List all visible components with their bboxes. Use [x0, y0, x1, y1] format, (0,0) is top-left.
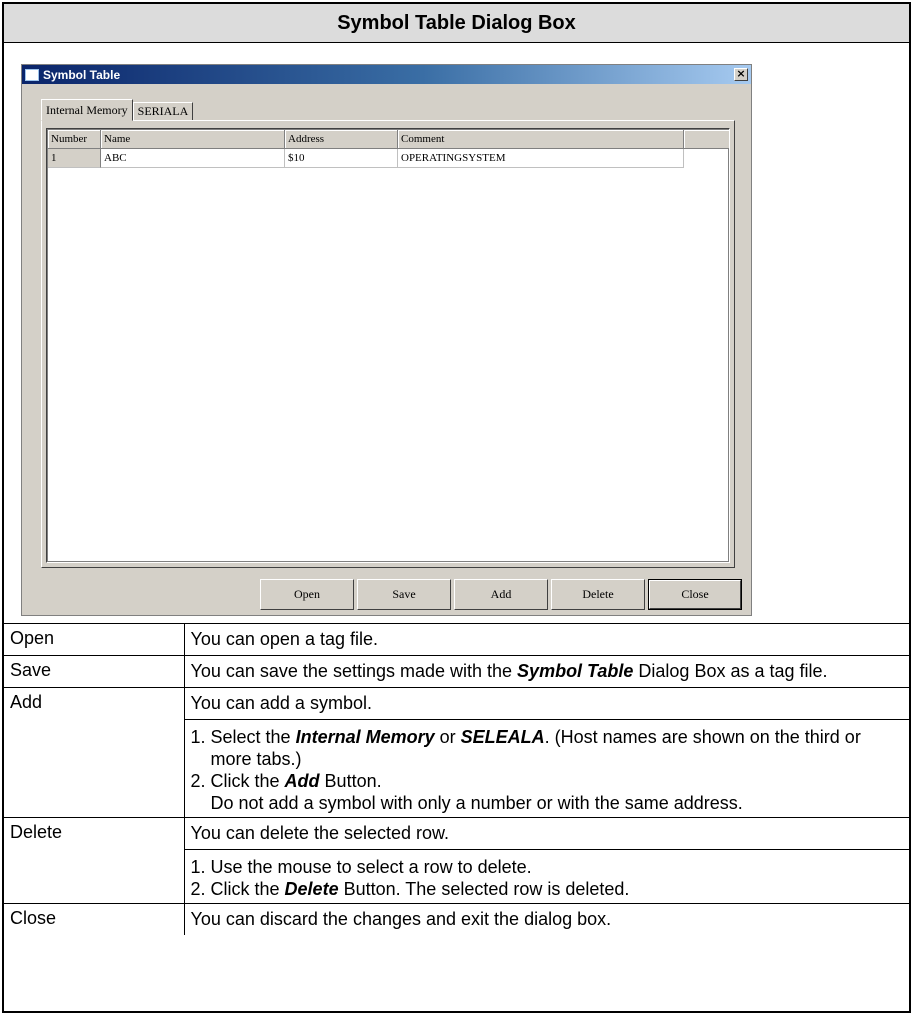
- tab-panel: Number Name Address Comment 1 ABC $10 OP…: [41, 120, 735, 568]
- open-button[interactable]: Open: [260, 579, 354, 610]
- screenshot-area: Symbol Table × Internal Memory SERIALA N…: [4, 43, 909, 624]
- address-cell[interactable]: $10: [285, 149, 398, 168]
- delete-button[interactable]: Delete: [551, 579, 645, 610]
- emphasis-text: SELEALA: [460, 727, 545, 747]
- name-cell[interactable]: ABC: [101, 149, 285, 168]
- symbol-grid[interactable]: Number Name Address Comment 1 ABC $10 OP…: [46, 128, 730, 563]
- add-button[interactable]: Add: [454, 579, 548, 610]
- description-row-add: Add You can add a symbol. 1. Select the …: [4, 687, 909, 818]
- column-header-number[interactable]: Number: [48, 130, 101, 149]
- grid-body: Number Name Address Comment 1 ABC $10 OP…: [47, 129, 729, 562]
- row-description: You can open a tag file.: [184, 624, 909, 656]
- close-button[interactable]: Close: [648, 579, 742, 610]
- save-button[interactable]: Save: [357, 579, 451, 610]
- text-span: Button.: [319, 771, 382, 791]
- description-text: You can save the settings made with the …: [185, 656, 910, 687]
- description-text: You can delete the selected row.: [190, 823, 450, 843]
- close-icon[interactable]: ×: [734, 68, 748, 81]
- text-span: 2. Click the: [190, 879, 285, 899]
- column-header-filler: [684, 130, 729, 149]
- row-label: Add: [4, 687, 185, 818]
- description-table: Open You can open a tag file. Save You c…: [4, 624, 909, 935]
- window-title: Symbol Table: [43, 67, 121, 82]
- page-title: Symbol Table Dialog Box: [4, 4, 909, 43]
- text-span: or: [434, 727, 461, 747]
- step-item: 1. Use the mouse to select a row to dele…: [190, 857, 532, 877]
- window-icon: [25, 68, 39, 81]
- row-label: Save: [4, 655, 185, 688]
- text-span: 1. Select the: [190, 727, 296, 747]
- note-text: Do not add a symbol with only a number o…: [210, 793, 743, 813]
- button-bar: Open Save Add Delete Close: [260, 579, 742, 610]
- text-span: You can save the settings made with the: [190, 661, 518, 681]
- emphasis-text: Delete: [284, 879, 339, 899]
- grid-header-row: Number Name Address Comment: [48, 130, 729, 149]
- row-number-cell[interactable]: 1: [48, 149, 101, 168]
- column-header-name[interactable]: Name: [101, 130, 285, 149]
- row-description: You can add a symbol. 1. Select the Inte…: [184, 687, 909, 818]
- symbol-table-dialog: Symbol Table × Internal Memory SERIALA N…: [21, 64, 752, 616]
- add-steps: 1. Select the Internal Memory or SELEALA…: [184, 719, 909, 817]
- step-item: 2. Click the Delete Button. The selected…: [191, 878, 904, 900]
- description-text: You can discard the changes and exit the…: [190, 909, 612, 929]
- row-description: You can delete the selected row. 1. Use …: [184, 817, 909, 904]
- column-header-address[interactable]: Address: [285, 130, 398, 149]
- description-row-close: Close You can discard the changes and ex…: [4, 903, 909, 936]
- tab-strip: Internal Memory SERIALA: [41, 99, 194, 121]
- delete-steps: 1. Use the mouse to select a row to dele…: [184, 849, 909, 903]
- text-span: Dialog Box as a tag file.: [633, 661, 828, 681]
- title-bar[interactable]: Symbol Table ×: [22, 65, 751, 84]
- row-label: Delete: [4, 817, 185, 904]
- emphasis-text: Internal Memory: [295, 727, 435, 747]
- tab-seriala[interactable]: SERIALA: [132, 102, 194, 121]
- document-frame: Symbol Table Dialog Box Symbol Table × I…: [2, 2, 911, 1013]
- description-row-delete: Delete You can delete the selected row. …: [4, 817, 909, 904]
- row-description: You can discard the changes and exit the…: [184, 904, 909, 936]
- row-label: Open: [4, 624, 185, 656]
- description-text: You can open a tag file.: [190, 629, 379, 649]
- step-item: 2. Click the Add Button. Do not add a sym…: [191, 770, 904, 814]
- text-span: Button. The selected row is deleted.: [338, 879, 630, 899]
- text-span: 2. Click the: [190, 771, 285, 791]
- emphasis-text: Add: [284, 771, 320, 791]
- step-item: 1. Select the Internal Memory or SELEALA…: [191, 726, 904, 770]
- emphasis-text: Symbol Table: [517, 661, 634, 681]
- tab-internal-memory[interactable]: Internal Memory: [41, 99, 133, 121]
- description-text: You can add a symbol.: [190, 693, 372, 713]
- comment-cell[interactable]: OPERATINGSYSTEM: [398, 149, 684, 168]
- description-row-save: Save You can save the settings made with…: [4, 655, 910, 688]
- table-row[interactable]: 1 ABC $10 OPERATINGSYSTEM: [48, 149, 684, 168]
- row-description: You can save the settings made with the …: [184, 655, 910, 688]
- row-label: Close: [4, 903, 185, 935]
- column-header-comment[interactable]: Comment: [398, 130, 684, 149]
- description-row-open: Open You can open a tag file.: [4, 624, 909, 656]
